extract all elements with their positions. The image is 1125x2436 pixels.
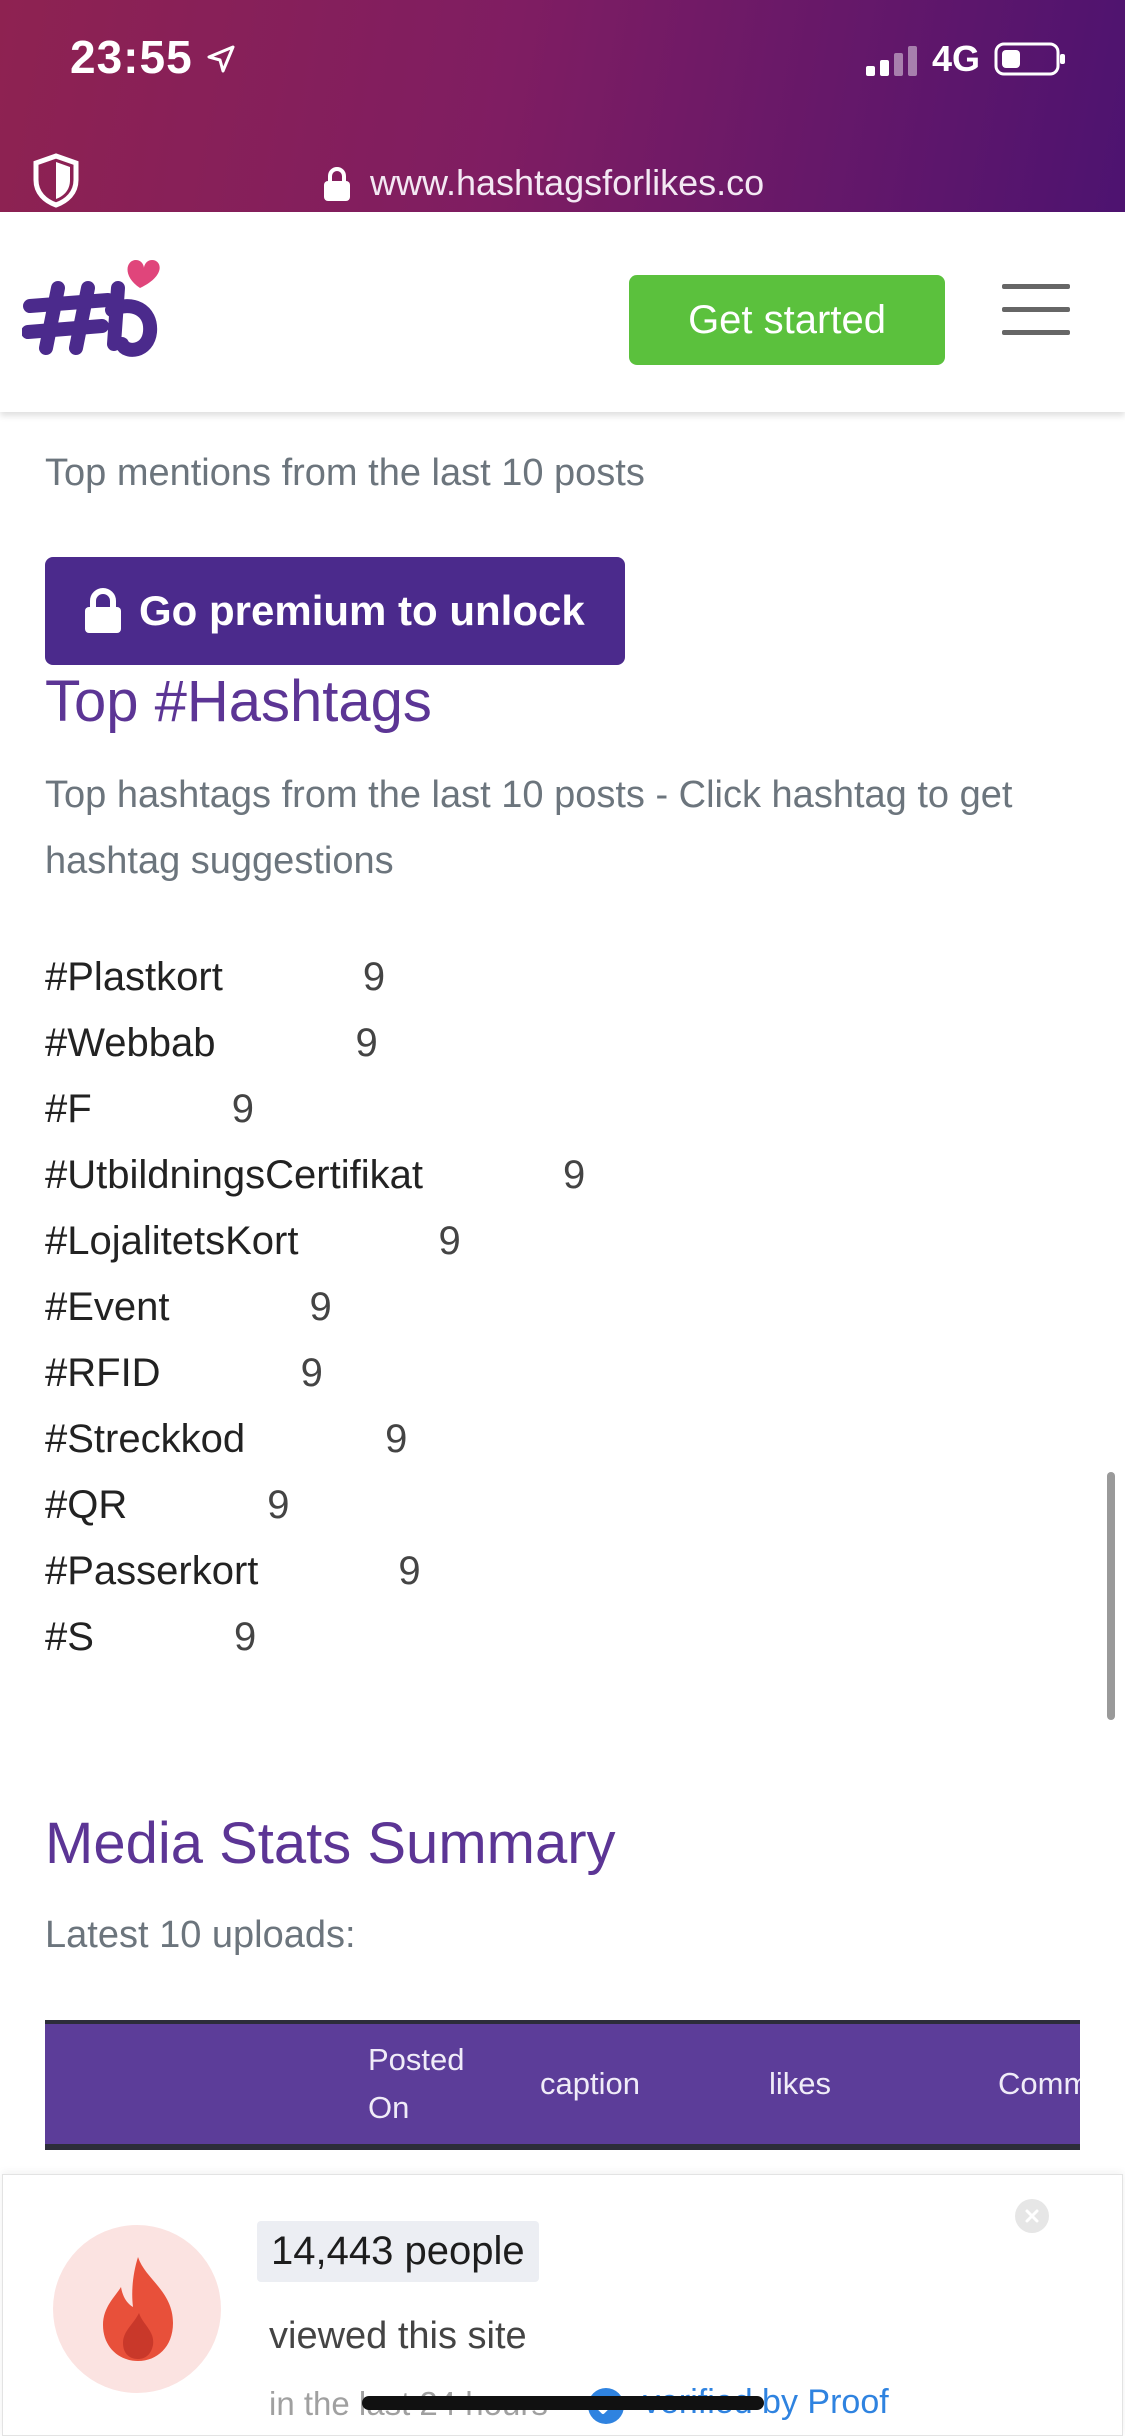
shield-icon[interactable] xyxy=(30,152,82,208)
signal-bars-icon xyxy=(866,46,917,76)
hashtag-count: 9 xyxy=(398,1548,421,1593)
hashtag-row[interactable]: #LojalitetsKort 9 xyxy=(45,1208,585,1274)
battery-icon xyxy=(994,42,1065,76)
get-started-button[interactable]: Get started xyxy=(629,275,945,365)
location-arrow-icon xyxy=(207,45,235,73)
hamburger-menu-icon[interactable] xyxy=(1002,284,1070,336)
network-type: 4G xyxy=(932,38,981,79)
hashtag-row[interactable]: #QR 9 xyxy=(45,1472,585,1538)
hashtags-description: Top hashtags from the last 10 posts - Cl… xyxy=(45,774,1013,882)
go-premium-label: Go premium to unlock xyxy=(139,587,585,634)
browser-top-bar: 23:55 4G www.hashtagsforlikes.co xyxy=(0,0,1125,212)
close-icon[interactable] xyxy=(1015,2199,1049,2233)
hashtag-row[interactable]: #RFID 9 xyxy=(45,1340,585,1406)
hashtag-row[interactable]: #Event 9 xyxy=(45,1274,585,1340)
hashtag-count: 9 xyxy=(362,954,386,999)
viewer-count: 14,443 people xyxy=(257,2221,539,2282)
hashtag-row[interactable]: #Streckkod 9 xyxy=(45,1406,585,1472)
hashtag-row[interactable]: #F 9 xyxy=(45,1076,585,1142)
column-posted-on-line2: On xyxy=(368,2090,410,2125)
column-caption[interactable]: caption xyxy=(540,2024,640,2144)
hashtagsforlikes-logo[interactable] xyxy=(22,248,182,368)
hashtag-count: 9 xyxy=(309,1284,332,1329)
mentions-description: Top mentions from the last 10 posts xyxy=(45,452,645,494)
hashtag-text[interactable]: #Plastkort xyxy=(45,955,223,1000)
hashtag-count: 9 xyxy=(562,1152,586,1197)
hashtag-count: 9 xyxy=(267,1482,290,1527)
hashtag-count: 9 xyxy=(438,1218,461,1263)
column-likes[interactable]: likes xyxy=(769,2024,831,2144)
hashtag-row[interactable]: #UtbildningsCertifikat 9 xyxy=(45,1142,585,1208)
status-time: 23:55 xyxy=(70,31,193,83)
site-header: Get started xyxy=(0,212,1125,412)
hashtag-row[interactable]: #Webbab 9 xyxy=(45,1010,585,1076)
hashtag-row[interactable]: #Plastkort 9 xyxy=(45,944,585,1010)
hashtag-count: 9 xyxy=(233,1614,257,1659)
column-comments[interactable]: Comm xyxy=(998,2024,1080,2144)
hashtag-row[interactable]: #Passerkort 9 xyxy=(45,1538,585,1604)
hashtag-text[interactable]: #S xyxy=(45,1615,94,1660)
hashtag-count: 9 xyxy=(231,1086,254,1131)
hashtag-text[interactable]: #Webbab xyxy=(45,1021,216,1066)
fire-badge xyxy=(53,2225,221,2393)
lock-icon xyxy=(324,167,350,201)
hashtag-text[interactable]: #UtbildningsCertifikat xyxy=(45,1153,423,1198)
hashtag-count: 9 xyxy=(300,1350,323,1395)
column-posted-on[interactable]: Posted On xyxy=(368,2024,465,2144)
hashtag-count: 9 xyxy=(385,1416,408,1461)
hashtag-text[interactable]: #Passerkort xyxy=(45,1549,258,1594)
media-stats-heading: Media Stats Summary xyxy=(45,1811,616,1876)
media-stats-table-header: Posted On caption likes Comm xyxy=(45,2020,1080,2150)
media-stats-subtitle: Latest 10 uploads: xyxy=(45,1914,356,1956)
hashtag-text[interactable]: #QR xyxy=(45,1483,127,1528)
address-bar-url[interactable]: www.hashtagsforlikes.co xyxy=(370,162,764,204)
page-scrollbar[interactable] xyxy=(1107,1472,1115,1720)
lock-icon xyxy=(85,588,121,633)
hashtag-text[interactable]: #LojalitetsKort xyxy=(45,1219,298,1264)
hashtag-text[interactable]: #RFID xyxy=(45,1351,161,1396)
hashtag-text[interactable]: #F xyxy=(45,1087,92,1132)
hashtag-text[interactable]: #Event xyxy=(45,1285,170,1330)
hashtag-row[interactable]: #S 9 xyxy=(45,1604,585,1670)
top-hashtags-heading: Top #Hashtags xyxy=(45,669,432,734)
hashtag-list: #Plastkort 9 #Webbab 9 #F 9 #UtbildningsCer… xyxy=(45,944,585,1670)
viewed-text: viewed this site xyxy=(269,2315,527,2357)
column-posted-on-line1: Posted xyxy=(368,2042,465,2077)
home-indicator[interactable] xyxy=(362,2396,764,2410)
hashtag-text[interactable]: #Streckkod xyxy=(45,1417,245,1462)
hashtag-count: 9 xyxy=(355,1020,378,1065)
go-premium-button[interactable]: Go premium to unlock xyxy=(45,557,625,665)
fire-icon xyxy=(103,2257,173,2361)
